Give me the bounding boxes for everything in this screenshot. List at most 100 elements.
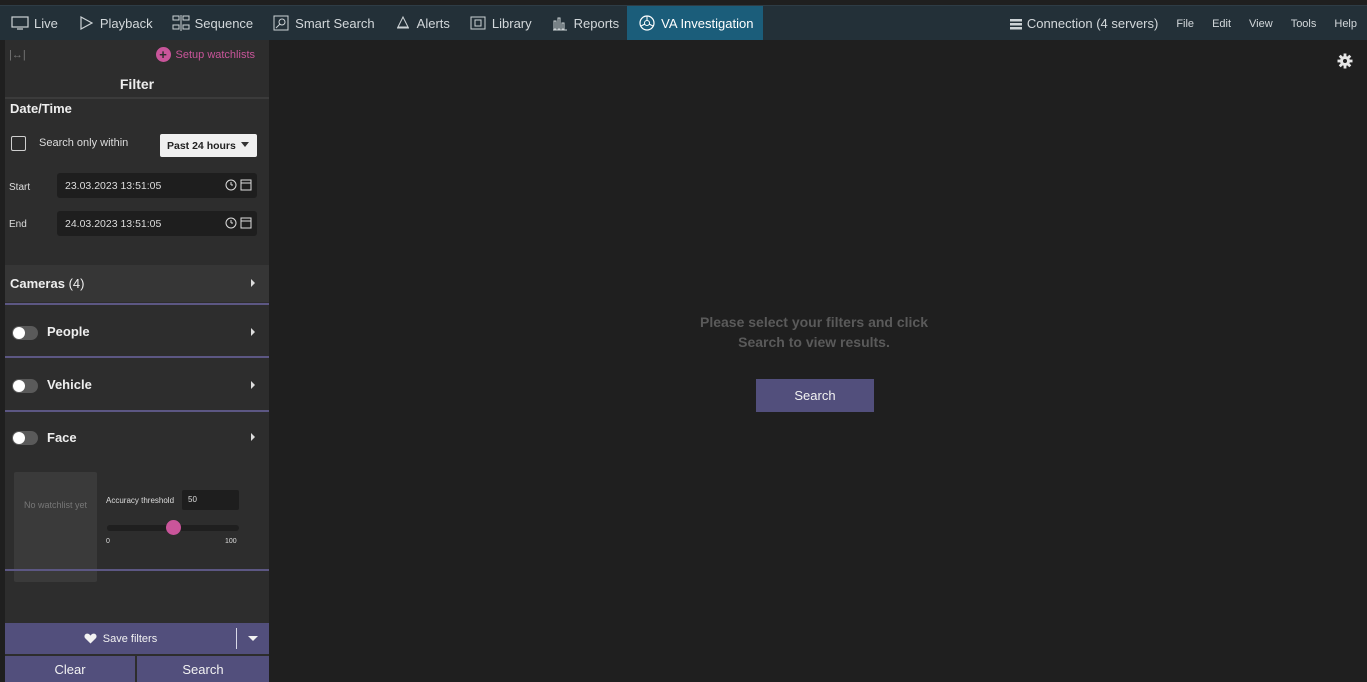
plus-circle-icon: + bbox=[155, 47, 171, 62]
vehicle-section[interactable]: Vehicle bbox=[5, 359, 269, 409]
menu-edit[interactable]: Edit bbox=[1212, 18, 1231, 30]
chevron-right-icon bbox=[251, 279, 255, 287]
expand-panel-icon[interactable]: |↔| bbox=[9, 49, 26, 61]
menu-file[interactable]: File bbox=[1176, 18, 1194, 30]
cameras-heading: Cameras (4) bbox=[10, 276, 84, 291]
connection-label: Connection (4 servers) bbox=[1026, 16, 1159, 31]
section-divider bbox=[5, 356, 269, 358]
clear-button[interactable]: Clear bbox=[5, 656, 135, 682]
monitor-icon bbox=[10, 15, 30, 31]
start-datetime-value: 23.03.2023 13:51:05 bbox=[65, 179, 162, 192]
filter-search-button[interactable]: Search bbox=[137, 656, 269, 682]
nav-smart-search-label: Smart Search bbox=[295, 15, 375, 31]
slider-fill bbox=[107, 525, 173, 531]
nav-alerts-label: Alerts bbox=[416, 15, 450, 31]
save-filters-bar: Save filters bbox=[5, 623, 269, 654]
search-button[interactable]: Search bbox=[756, 379, 874, 412]
end-datetime-field[interactable]: 24.03.2023 13:51:05 bbox=[57, 211, 257, 236]
slider-handle[interactable] bbox=[166, 520, 181, 535]
start-datetime-field[interactable]: 23.03.2023 13:51:05 bbox=[57, 173, 257, 198]
no-watchlist-placeholder: No watchlist yet bbox=[14, 472, 97, 582]
top-right-area: Connection (4 servers) File Edit View To… bbox=[1009, 6, 1367, 41]
slider-min-label: 0 bbox=[106, 538, 110, 545]
nav-reports-label: Reports bbox=[573, 15, 620, 31]
time-range-dropdown[interactable]: Past 24 hours bbox=[160, 134, 257, 157]
face-section[interactable]: Face bbox=[5, 413, 269, 463]
accuracy-threshold-label: Accuracy threshold bbox=[106, 496, 175, 505]
save-filters-label: Save filters bbox=[102, 632, 158, 645]
nav-alerts[interactable]: Alerts bbox=[383, 6, 458, 41]
play-icon bbox=[76, 15, 96, 31]
nav-va-investigation[interactable]: VA Investigation bbox=[627, 5, 764, 41]
accuracy-slider[interactable] bbox=[107, 520, 239, 535]
vehicle-toggle[interactable] bbox=[12, 379, 38, 393]
people-section[interactable]: People bbox=[5, 306, 269, 356]
section-divider bbox=[5, 303, 269, 305]
empty-state-line-1: Please select your filters and click bbox=[699, 314, 928, 330]
face-label: Face bbox=[47, 430, 77, 445]
toggle-knob bbox=[13, 432, 25, 444]
end-datetime-value: 24.03.2023 13:51:05 bbox=[65, 217, 162, 230]
server-stack-icon bbox=[1009, 18, 1023, 30]
nav-live-label: Live bbox=[34, 15, 58, 31]
reports-icon bbox=[550, 15, 570, 31]
end-label: End bbox=[9, 219, 27, 230]
nav-playback[interactable]: Playback bbox=[66, 6, 161, 41]
clock-icon[interactable] bbox=[225, 178, 239, 195]
chevron-right-icon bbox=[251, 433, 255, 441]
nav-playback-label: Playback bbox=[99, 15, 153, 31]
section-divider bbox=[5, 569, 269, 571]
library-icon bbox=[468, 15, 488, 31]
cameras-section[interactable]: Cameras (4) bbox=[5, 265, 269, 302]
empty-state-line-2: Search to view results. bbox=[738, 334, 890, 350]
search-within-label: Search only within bbox=[39, 137, 129, 149]
nav-smart-search[interactable]: Smart Search bbox=[261, 6, 382, 41]
nav-library-label: Library bbox=[491, 15, 532, 31]
section-divider bbox=[5, 410, 269, 412]
nav-library[interactable]: Library bbox=[458, 6, 540, 41]
empty-state-message: Please select your filters and click Sea… bbox=[649, 312, 979, 352]
slider-max-label: 100 bbox=[225, 538, 237, 545]
gear-icon[interactable] bbox=[1337, 53, 1353, 69]
vehicle-label: Vehicle bbox=[47, 377, 92, 392]
caret-down-icon bbox=[241, 142, 249, 147]
caret-down-icon bbox=[248, 636, 258, 641]
clock-icon[interactable] bbox=[225, 216, 239, 233]
connection-status[interactable]: Connection (4 servers) bbox=[1009, 16, 1159, 31]
smart-search-icon bbox=[271, 15, 291, 31]
heart-icon bbox=[84, 633, 97, 644]
cameras-count: (4) bbox=[68, 276, 85, 291]
save-filters-dropdown[interactable] bbox=[237, 623, 269, 654]
time-range-value: Past 24 hours bbox=[167, 139, 236, 152]
menu-tools[interactable]: Tools bbox=[1291, 18, 1317, 30]
accuracy-threshold-input[interactable]: 50 bbox=[182, 490, 239, 510]
filter-title: Filter bbox=[119, 76, 155, 92]
menu-help[interactable]: Help bbox=[1334, 18, 1357, 30]
setup-watchlists-link[interactable]: + Setup watchlists bbox=[155, 47, 255, 62]
nav-live[interactable]: Live bbox=[0, 6, 66, 41]
nav-reports[interactable]: Reports bbox=[540, 6, 628, 41]
toggle-knob bbox=[13, 380, 25, 392]
setup-watchlists-label: Setup watchlists bbox=[175, 48, 255, 61]
chevron-right-icon bbox=[251, 328, 255, 336]
nav-sequence-label: Sequence bbox=[194, 15, 254, 31]
divider bbox=[5, 97, 269, 99]
nav-sequence[interactable]: Sequence bbox=[161, 6, 262, 41]
search-within-checkbox[interactable] bbox=[11, 136, 26, 151]
menu-view[interactable]: View bbox=[1249, 18, 1273, 30]
filter-panel: |↔| + Setup watchlists Filter Date/Time … bbox=[5, 40, 269, 682]
chevron-right-icon bbox=[251, 381, 255, 389]
save-filters-button[interactable]: Save filters bbox=[5, 623, 236, 654]
sequence-icon bbox=[171, 15, 191, 31]
calendar-icon[interactable] bbox=[239, 178, 253, 195]
va-investigation-icon bbox=[637, 15, 657, 31]
datetime-heading: Date/Time bbox=[10, 101, 72, 116]
people-toggle[interactable] bbox=[12, 326, 38, 340]
people-label: People bbox=[47, 324, 90, 339]
nav-va-investigation-label: VA Investigation bbox=[661, 15, 754, 31]
app-window: Live Playback Sequence Smart Search Aler… bbox=[0, 0, 1367, 682]
top-navigation-bar: Live Playback Sequence Smart Search Aler… bbox=[0, 5, 1367, 41]
start-label: Start bbox=[9, 182, 31, 193]
face-toggle[interactable] bbox=[12, 431, 38, 445]
calendar-icon[interactable] bbox=[239, 216, 253, 233]
